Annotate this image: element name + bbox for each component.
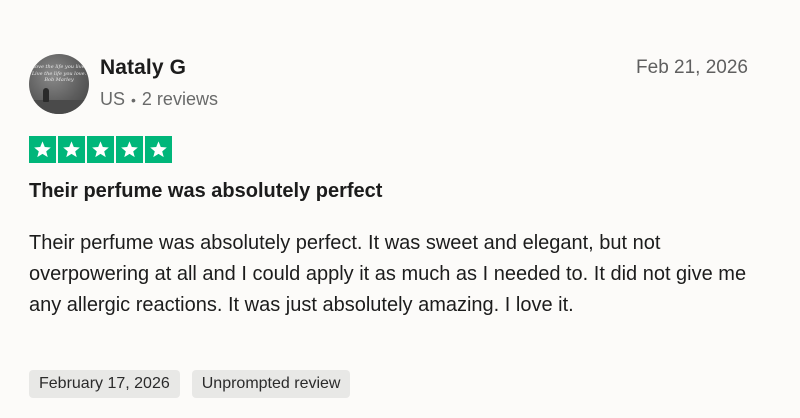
avatar-ground — [29, 100, 89, 114]
star-icon — [150, 141, 167, 158]
reviewer-meta: US • 2 reviews — [100, 89, 218, 110]
star-rating — [29, 136, 172, 163]
star-icon — [121, 141, 138, 158]
star-box-4 — [116, 136, 143, 163]
avatar-figure — [43, 88, 49, 102]
reviewer-review-count: 2 reviews — [141, 89, 218, 109]
avatar[interactable]: Love the life you live. Live the life yo… — [29, 54, 89, 114]
avatar-quote-text: Love the life you live. Live the life yo… — [31, 64, 87, 83]
star-icon — [92, 141, 109, 158]
star-box-2 — [58, 136, 85, 163]
meta-separator: • — [131, 91, 136, 108]
reviewer-name[interactable]: Nataly G — [100, 56, 186, 80]
review-date: Feb 21, 2026 — [636, 57, 748, 78]
star-box-5 — [145, 136, 172, 163]
star-box-3 — [87, 136, 114, 163]
review-body: Their perfume was absolutely perfect. It… — [29, 232, 747, 316]
star-icon — [34, 141, 51, 158]
star-icon — [63, 141, 80, 158]
reviewer-country: US — [100, 89, 126, 109]
experience-date-tag: February 17, 2026 — [29, 370, 180, 398]
unprompted-review-tag[interactable]: Unprompted review — [191, 370, 351, 398]
review-card: Love the life you live. Live the life yo… — [0, 0, 800, 418]
review-title[interactable]: Their perfume was absolutely perfect — [29, 180, 382, 203]
review-tags: February 17, 2026 Unprompted review — [29, 370, 351, 398]
star-box-1 — [29, 136, 56, 163]
